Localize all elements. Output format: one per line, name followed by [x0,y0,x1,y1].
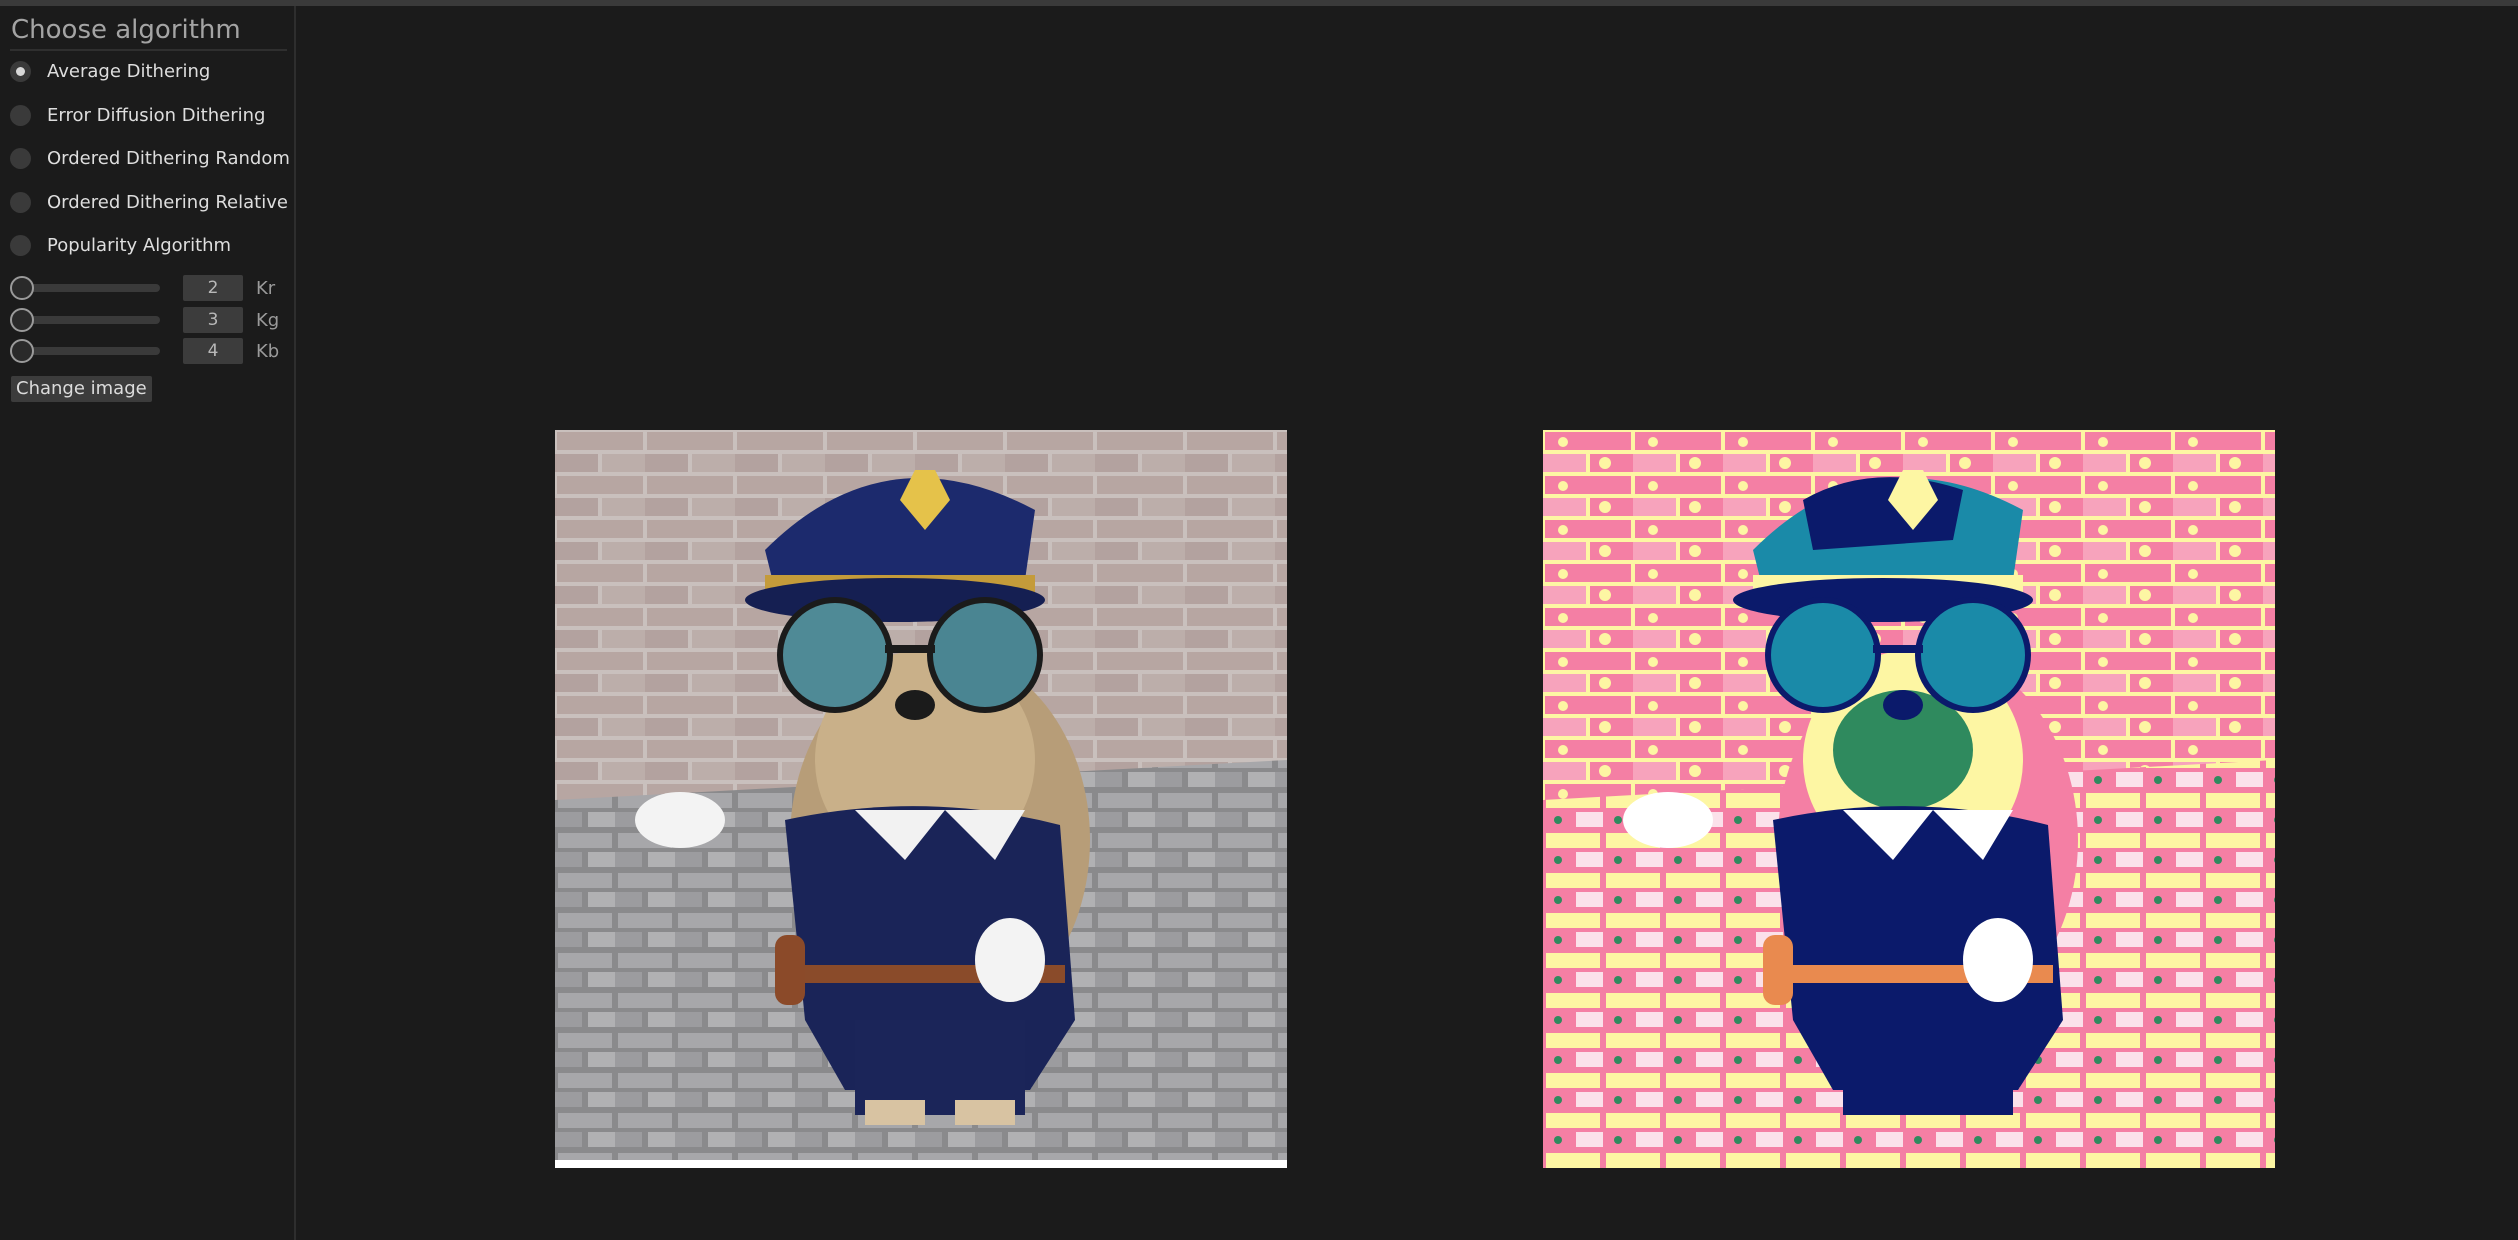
radio-label: Popularity Algorithm [47,234,232,256]
title-divider [10,49,287,51]
kb-label: Kb [256,340,280,362]
panel-title: Choose algorithm [11,15,241,45]
kg-slider[interactable] [10,306,160,334]
slider-handle[interactable] [10,276,34,300]
window-top-border [0,0,2518,6]
algorithm-sidebar: Choose algorithm Average Dithering Error… [0,6,296,1240]
radio-button[interactable] [10,147,31,169]
radio-ordered-dithering-random[interactable]: Ordered Dithering Random [10,143,290,173]
radio-button[interactable] [10,60,31,82]
slider-handle[interactable] [10,339,34,363]
radio-button[interactable] [10,234,31,256]
radio-popularity-algorithm[interactable]: Popularity Algorithm [10,230,231,260]
dog-police-photo-icon [555,430,1287,1168]
kg-value-field[interactable]: 3 [183,307,243,333]
slider-row-kr: 2 Kr [10,274,275,302]
radio-label: Error Diffusion Dithering [47,104,266,126]
slider-row-kg: 3 Kg [10,306,279,334]
kr-value-field[interactable]: 2 [183,275,243,301]
change-image-button[interactable]: Change image [11,376,152,402]
kb-value-field[interactable]: 4 [183,338,243,364]
radio-error-diffusion-dithering[interactable]: Error Diffusion Dithering [10,100,265,130]
kg-label: Kg [256,309,280,331]
radio-ordered-dithering-relative[interactable]: Ordered Dithering Relative [10,187,288,217]
radio-average-dithering[interactable]: Average Dithering [10,56,210,86]
radio-label: Ordered Dithering Relative [47,191,288,213]
original-image [555,430,1287,1168]
kr-label: Kr [256,277,276,299]
kr-slider[interactable] [10,274,160,302]
radio-label: Ordered Dithering Random [47,147,290,169]
radio-button[interactable] [10,191,31,213]
dithered-image [1543,430,2275,1168]
radio-button[interactable] [10,104,31,126]
dog-police-dithered-photo-icon [1543,430,2275,1168]
kb-slider[interactable] [10,337,160,365]
slider-row-kb: 4 Kb [10,337,279,365]
slider-handle[interactable] [10,308,34,332]
radio-label: Average Dithering [47,60,211,82]
